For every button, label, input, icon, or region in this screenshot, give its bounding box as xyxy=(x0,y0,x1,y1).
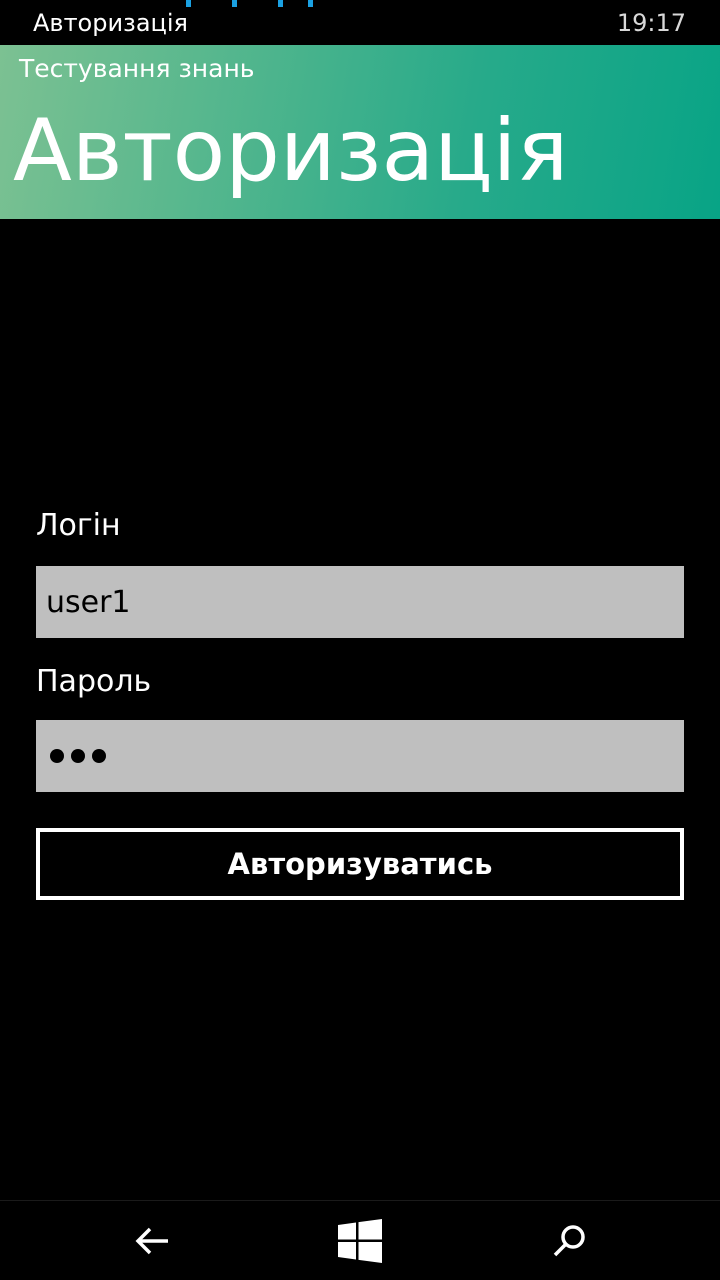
search-button[interactable] xyxy=(510,1201,630,1280)
windows-logo-icon xyxy=(338,1219,382,1263)
login-input-value: user1 xyxy=(46,584,131,620)
login-label: Логін xyxy=(36,508,121,543)
screen: Авторизація 19:17 Тестування знань Автор… xyxy=(0,0,720,1280)
password-input[interactable] xyxy=(36,720,684,792)
page-header: Тестування знань Авторизація xyxy=(0,45,720,219)
start-button[interactable] xyxy=(300,1201,420,1280)
login-input[interactable]: user1 xyxy=(36,566,684,638)
status-bar-title: Авторизація xyxy=(33,9,188,37)
password-mask-dot xyxy=(92,749,106,763)
clock: 19:17 xyxy=(616,9,686,37)
password-mask-dot xyxy=(50,749,64,763)
password-label: Пароль xyxy=(36,664,152,699)
search-icon xyxy=(553,1225,585,1257)
password-mask-dot xyxy=(71,749,85,763)
back-arrow-icon xyxy=(135,1227,168,1255)
app-name: Тестування знань xyxy=(19,54,255,83)
navigation-bar xyxy=(0,1200,720,1280)
status-bar: Авторизація 19:17 xyxy=(0,0,720,45)
page-title: Авторизація xyxy=(13,101,569,201)
back-button[interactable] xyxy=(92,1201,212,1280)
login-button[interactable]: Авторизуватись xyxy=(36,828,684,900)
